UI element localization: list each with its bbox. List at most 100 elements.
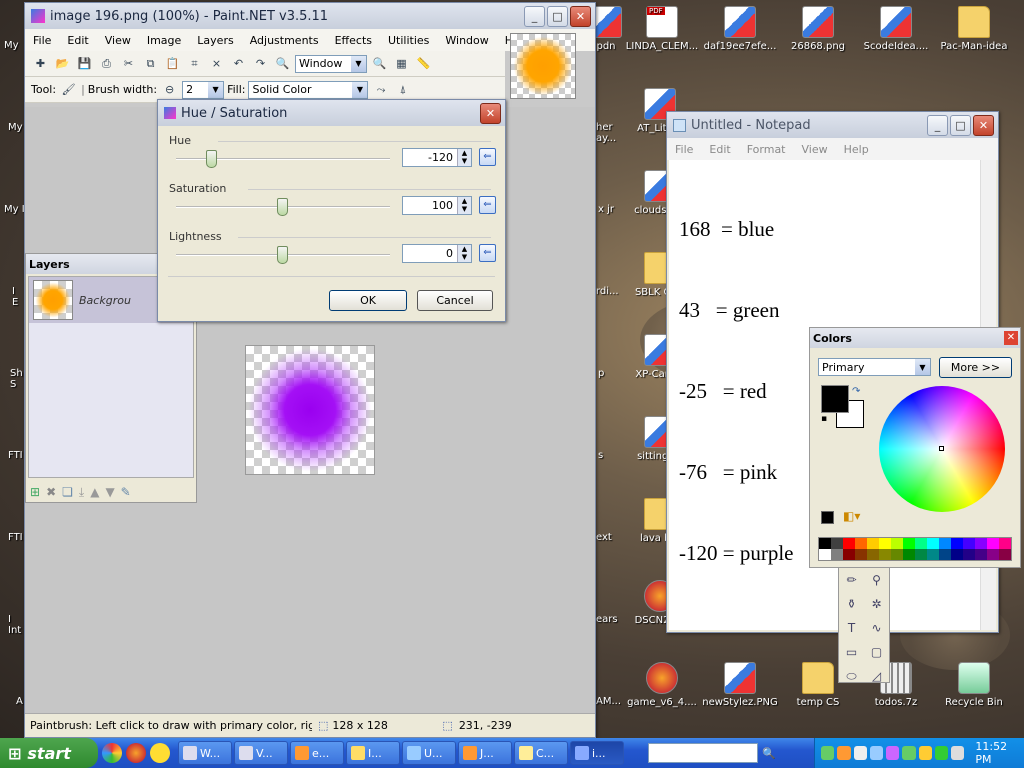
freeform-shape-tool-icon[interactable]: ◿	[864, 664, 889, 688]
firefox-icon[interactable]	[126, 743, 146, 763]
menu-utilities[interactable]: Utilities	[380, 34, 437, 47]
desktop-icon-label[interactable]: FTI	[8, 450, 23, 461]
dialog-titlebar[interactable]: Hue / Saturation ✕	[158, 100, 505, 126]
print-icon[interactable]: ⎙	[97, 54, 116, 73]
menu-file[interactable]: File	[667, 143, 701, 156]
move-down-icon[interactable]: ▼	[105, 485, 114, 500]
palette-swatch[interactable]	[999, 549, 1011, 560]
fill-combo[interactable]: Solid Color ▼	[248, 80, 369, 99]
delete-layer-icon[interactable]: ✖	[46, 485, 56, 500]
crop-icon[interactable]: ⌗	[185, 54, 204, 73]
palette-swatch[interactable]	[855, 549, 867, 560]
palette-swatch[interactable]	[987, 538, 999, 549]
palette-swatch[interactable]	[951, 549, 963, 560]
palette-swatch[interactable]	[939, 538, 951, 549]
tray-icon[interactable]	[902, 746, 916, 760]
recolor-tool-icon[interactable]: ✲	[864, 592, 889, 616]
swap-colors-icon[interactable]: ↷	[852, 386, 860, 397]
grid-icon[interactable]: ▦	[392, 54, 411, 73]
desktop-icon-label[interactable]: s	[598, 450, 603, 461]
tray-icon[interactable]	[918, 746, 932, 760]
merge-down-icon[interactable]: ⤓	[79, 485, 84, 500]
palette-swatch[interactable]	[819, 538, 831, 549]
chrome-icon[interactable]	[102, 743, 122, 763]
close-icon[interactable]: ✕	[1004, 331, 1018, 345]
desktop-icon-label[interactable]: A	[16, 696, 23, 707]
palette-swatch[interactable]	[891, 549, 903, 560]
text-tool-icon[interactable]: T	[839, 616, 864, 640]
desktop-icon[interactable]: ScodeIdea....	[856, 6, 936, 52]
save-icon[interactable]: 💾	[75, 54, 94, 73]
search-input[interactable]	[648, 743, 758, 763]
palette-swatch[interactable]	[903, 538, 915, 549]
palette-swatch[interactable]	[843, 549, 855, 560]
palette-swatch[interactable]	[927, 549, 939, 560]
color-wheel[interactable]	[879, 386, 1005, 512]
lightness-input[interactable]: 0 ▲ ▼	[402, 244, 472, 263]
menu-file[interactable]: File	[25, 34, 59, 47]
move-up-icon[interactable]: ▲	[90, 485, 99, 500]
blend-icon[interactable]: ⍋	[393, 80, 412, 99]
taskbar-item[interactable]: i...	[570, 741, 624, 765]
zoom-out-icon[interactable]: 🔍	[273, 54, 292, 73]
palette-swatch[interactable]	[831, 549, 843, 560]
palette-swatch[interactable]	[915, 538, 927, 549]
tray-icon[interactable]	[853, 746, 867, 760]
desktop-icon-label[interactable]: her ay...	[596, 122, 618, 144]
spin-arrows-icon[interactable]: ▲ ▼	[457, 149, 471, 166]
color-picker-tool-icon[interactable]: ⚲	[864, 568, 889, 592]
palette-swatch[interactable]	[819, 549, 831, 560]
paintnet-titlebar[interactable]: image 196.png (100%) - Paint.NET v3.5.11…	[25, 3, 595, 29]
menu-view[interactable]: View	[97, 34, 139, 47]
palette-swatch[interactable]	[975, 549, 987, 560]
rounded-rectangle-tool-icon[interactable]: ▢	[864, 640, 889, 664]
pencil-tool-icon[interactable]: ✏	[839, 568, 864, 592]
taskbar-item[interactable]: C...	[514, 741, 568, 765]
tray-icon[interactable]	[886, 746, 900, 760]
canvas-image[interactable]	[245, 345, 375, 475]
primary-color-swatch[interactable]	[821, 385, 849, 413]
hue-input[interactable]: -120 ▲ ▼	[402, 148, 472, 167]
palette-swatch[interactable]	[831, 538, 843, 549]
search-icon[interactable]: 🔍	[762, 747, 776, 760]
minimize-button[interactable]: _	[927, 114, 948, 136]
deselect-icon[interactable]: ⨯	[207, 54, 226, 73]
palette-swatch[interactable]	[903, 549, 915, 560]
start-button[interactable]: ⊞ start	[0, 738, 98, 768]
desktop-icon[interactable]: LINDA_CLEM...	[622, 6, 702, 52]
saturation-reset-button[interactable]: ⇐	[479, 196, 496, 214]
spin-arrows-icon[interactable]: ▲ ▼	[457, 245, 471, 262]
taskbar-item[interactable]: J...	[458, 741, 512, 765]
color-mode-select[interactable]: Primary ▼	[818, 358, 931, 376]
taskbar-item[interactable]: I...	[346, 741, 400, 765]
menu-layers[interactable]: Layers	[189, 34, 241, 47]
menu-effects[interactable]: Effects	[327, 34, 380, 47]
maximize-button[interactable]: □	[950, 114, 971, 136]
desktop-icon-label[interactable]: My I	[4, 204, 25, 215]
reset-colors-icon[interactable]: ▪	[821, 414, 827, 424]
palette-swatch[interactable]	[927, 538, 939, 549]
saturation-input[interactable]: 100 ▲ ▼	[402, 196, 472, 215]
palette-swatch[interactable]	[975, 538, 987, 549]
color-palette[interactable]	[818, 537, 1012, 561]
palette-swatch[interactable]	[915, 549, 927, 560]
undo-icon[interactable]: ↶	[229, 54, 248, 73]
notepad-titlebar[interactable]: Untitled - Notepad _ □ ✕	[667, 112, 998, 138]
hue-slider[interactable]	[176, 150, 390, 168]
tray-icon[interactable]	[934, 746, 949, 760]
desktop-icon-label[interactable]: I Int	[8, 614, 24, 636]
desktop-icon-label[interactable]: Sh S	[10, 368, 24, 390]
desktop-icon-label[interactable]: ext	[596, 532, 612, 543]
taskbar-item[interactable]: U...	[402, 741, 456, 765]
palette-menu-icon[interactable]: ◧▾	[843, 509, 860, 523]
lightness-slider-thumb[interactable]	[277, 246, 288, 264]
lightness-reset-button[interactable]: ⇐	[479, 244, 496, 262]
colors-title[interactable]: Colors	[810, 328, 1020, 348]
palette-swatch[interactable]	[963, 538, 975, 549]
palette-swatch[interactable]	[867, 549, 879, 560]
decrease-icon[interactable]: ⊖	[160, 80, 179, 99]
palette-swatch[interactable]	[987, 549, 999, 560]
tray-icon[interactable]	[837, 746, 851, 760]
menu-window[interactable]: Window	[437, 34, 496, 47]
desktop-icon-label[interactable]: AM...	[596, 696, 621, 707]
